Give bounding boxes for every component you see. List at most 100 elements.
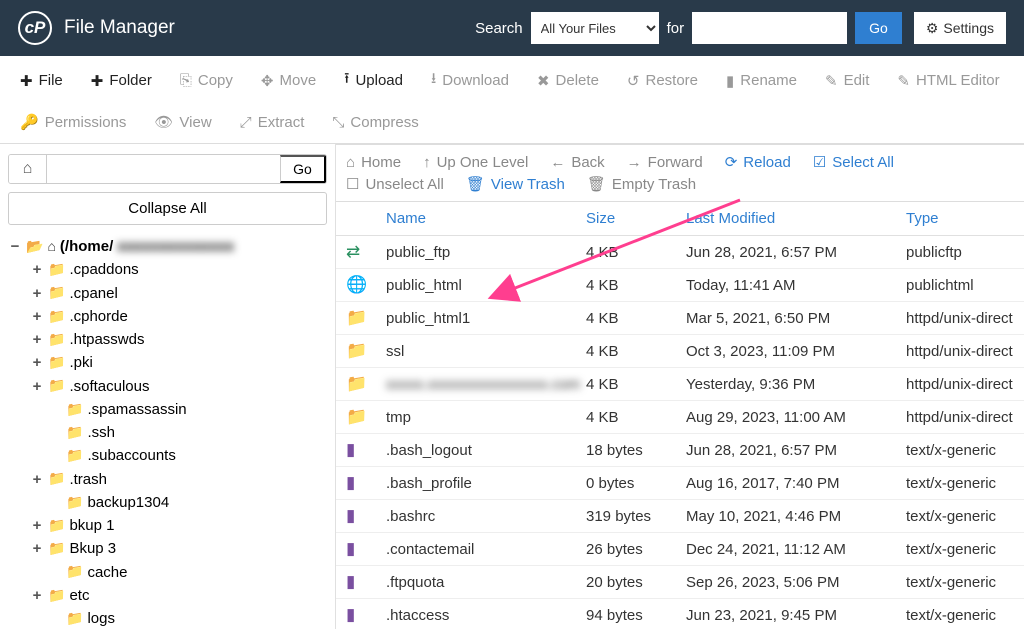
search-input[interactable] [692,12,847,44]
expand-icon[interactable]: + [30,537,44,560]
table-row[interactable]: ▮.bashrc319 bytesMay 10, 2021, 4:46 PMte… [336,500,1024,533]
path-go-button[interactable]: Go [280,155,326,183]
extract-icon: ⤢ [240,114,252,131]
file-type: publicftp [906,244,1014,261]
delete-button[interactable]: ✖Delete [525,62,611,99]
expand-icon[interactable]: + [30,584,44,607]
tree-item-label: bkup 1 [69,514,114,537]
table-row[interactable]: ⇄public_ftp4 KBJun 28, 2021, 6:57 PMpubl… [336,236,1024,269]
extract-button[interactable]: ⤢Extract [228,107,317,137]
upload-button[interactable]: ⭱Upload [332,62,415,99]
tree-item[interactable]: +📁.cpanel [8,282,327,305]
table-row[interactable]: ▮.contactemail26 bytesDec 24, 2021, 11:1… [336,533,1024,566]
tree-item[interactable]: +📁etc [8,584,327,607]
tree-item[interactable]: 📁cache [8,561,327,584]
tree-item[interactable]: 📁.spamassassin [8,398,327,421]
table-row[interactable]: 📁ssl4 KBOct 3, 2023, 11:09 PMhttpd/unix-… [336,335,1024,368]
tree-item[interactable]: 📁.subaccounts [8,444,327,467]
tree-item[interactable]: +📁.cphorde [8,305,327,328]
view-trash-button[interactable]: 🗑View Trash [466,175,565,193]
select-all-button[interactable]: ☑Select All [813,153,894,171]
search-scope-select[interactable]: All Your Files [531,12,659,44]
expand-icon[interactable]: + [30,305,44,328]
up-one-level-button[interactable]: ↑Up One Level [423,153,528,171]
new-folder-button[interactable]: ✚Folder [79,62,164,99]
file-size: 319 bytes [586,508,686,525]
expand-icon[interactable]: + [30,282,44,305]
file-size: 26 bytes [586,541,686,558]
expand-icon[interactable]: + [30,375,44,398]
tree-item-label: .softaculous [69,375,149,398]
tree-item[interactable]: +📁bkup 1 [8,514,327,537]
download-button[interactable]: ⭳Download [419,62,521,99]
empty-trash-button[interactable]: 🗑Empty Trash [587,175,696,193]
collapse-all-button[interactable]: Collapse All [8,192,327,225]
col-modified[interactable]: Last Modified [686,210,906,227]
move-button[interactable]: ✥Move [249,62,328,99]
file-type: httpd/unix-direct [906,310,1014,327]
table-row[interactable]: 📁xxxxx.xxxxxxxxxxxxxxxx.com4 KBYesterday… [336,368,1024,401]
html-editor-button[interactable]: ✎HTML Editor [885,62,1011,99]
file-modified: Sep 26, 2023, 5:06 PM [686,574,906,591]
tree-item[interactable]: +📁Bkup 3 [8,537,327,560]
folder-icon: 📁 [66,445,83,467]
table-row[interactable]: 🌐public_html4 KBToday, 11:41 AMpublichtm… [336,269,1024,302]
rename-button[interactable]: ▮Rename [714,62,809,99]
tree-item[interactable]: 📁.ssh [8,421,327,444]
home-button[interactable]: ⌂ [9,155,47,183]
permissions-button[interactable]: 🔑Permissions [8,107,138,137]
folder-icon: 📁 [346,341,386,361]
restore-icon: ↺ [627,72,640,90]
col-type[interactable]: Type [906,210,1014,227]
unselect-all-button[interactable]: ☐Unselect All [346,175,444,193]
restore-button[interactable]: ↺Restore [615,62,710,99]
settings-button[interactable]: ⚙ Settings [914,12,1006,44]
table-row[interactable]: ▮.bash_profile0 bytesAug 16, 2017, 7:40 … [336,467,1024,500]
folder-icon: 📁 [66,608,83,629]
tree-item[interactable]: +📁.softaculous [8,375,327,398]
file-type: publichtml [906,277,1014,294]
delete-icon: ✖ [537,72,550,90]
path-input[interactable] [47,155,280,183]
folder-icon: 📁 [48,259,65,281]
file-size: 0 bytes [586,475,686,492]
tree-item[interactable]: 📁backup1304 [8,491,327,514]
file-icon: ▮ [346,506,386,526]
compress-button[interactable]: ⤡Compress [320,107,430,137]
reload-button[interactable]: ⟳Reload [725,153,791,171]
table-row[interactable]: ▮.bash_logout18 bytesJun 28, 2021, 6:57 … [336,434,1024,467]
tree-item[interactable]: +📁.pki [8,351,327,374]
table-row[interactable]: ▮.htaccess94 bytesJun 23, 2021, 9:45 PMt… [336,599,1024,629]
expand-icon[interactable]: + [30,351,44,374]
new-file-button[interactable]: ✚File [8,62,75,99]
nav-home-button[interactable]: ⌂Home [346,153,401,171]
view-button[interactable]: 👁View [142,107,223,137]
col-name[interactable]: Name [386,210,586,227]
folder-tree: − 📂 ⌂ (/home/xxxxxxxxxxxxxx +📁.cpaddons+… [8,235,327,629]
expand-icon[interactable]: + [30,328,44,351]
upload-icon: ⭱ [344,68,349,93]
main-toolbar: ✚File ✚Folder ⎘Copy ✥Move ⭱Upload ⭳Downl… [0,56,1024,144]
col-size[interactable]: Size [586,210,686,227]
table-row[interactable]: ▮.ftpquota20 bytesSep 26, 2023, 5:06 PMt… [336,566,1024,599]
tree-item[interactable]: +📁.htpasswds [8,328,327,351]
copy-button[interactable]: ⎘Copy [168,62,245,99]
edit-button[interactable]: ✎Edit [813,62,881,99]
file-size: 4 KB [586,409,686,426]
table-row[interactable]: 📁public_html14 KBMar 5, 2021, 6:50 PMhtt… [336,302,1024,335]
expand-icon[interactable]: + [30,258,44,281]
forward-button[interactable]: →Forward [627,153,703,171]
search-go-button[interactable]: Go [855,12,902,44]
collapse-icon[interactable]: − [8,235,22,258]
tree-item[interactable]: 📁logs [8,607,327,629]
tree-root[interactable]: − 📂 ⌂ (/home/xxxxxxxxxxxxxx [8,235,327,258]
expand-icon[interactable]: + [30,468,44,491]
back-button[interactable]: ←Back [550,153,604,171]
plus-icon: ✚ [91,72,104,90]
tree-item[interactable]: +📁.trash [8,468,327,491]
expand-icon[interactable]: + [30,514,44,537]
table-row[interactable]: 📁tmp4 KBAug 29, 2023, 11:00 AMhttpd/unix… [336,401,1024,434]
tree-item[interactable]: +📁.cpaddons [8,258,327,281]
folder-icon: 📁 [48,306,65,328]
home-icon: ⌂ [346,154,355,171]
